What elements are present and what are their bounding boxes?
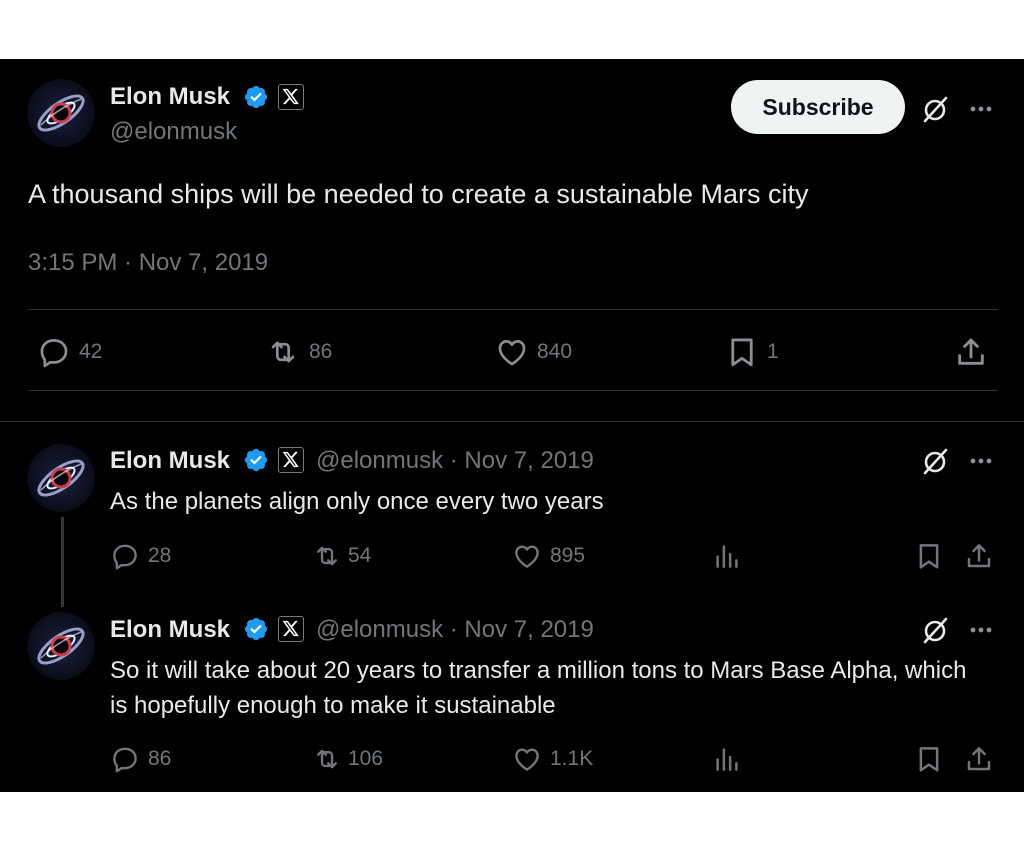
repost-count: 106 bbox=[348, 747, 384, 770]
bookmark-icon bbox=[914, 744, 944, 774]
bookmark-button[interactable] bbox=[914, 744, 944, 774]
like-count: 895 bbox=[550, 544, 586, 567]
reply-handle-date[interactable]: @elonmusk · Nov 7, 2019 bbox=[316, 616, 594, 644]
reply-avatar[interactable] bbox=[27, 612, 95, 680]
reply-avatar[interactable] bbox=[27, 444, 95, 512]
divider bbox=[28, 390, 998, 391]
x-logo-icon[interactable] bbox=[278, 84, 304, 110]
views-button[interactable] bbox=[712, 541, 742, 571]
reply-count: 28 bbox=[148, 544, 172, 567]
heart-icon bbox=[495, 335, 529, 369]
grok-icon[interactable] bbox=[920, 615, 950, 645]
reply-button[interactable]: 42 bbox=[37, 335, 102, 369]
repost-count: 86 bbox=[309, 340, 333, 363]
bookmark-button[interactable]: 1 bbox=[725, 335, 779, 369]
views-button[interactable] bbox=[712, 744, 742, 774]
more-icon[interactable] bbox=[966, 446, 996, 476]
verified-badge-icon bbox=[243, 84, 269, 110]
divider bbox=[28, 309, 998, 310]
reply-text: So it will take about 20 years to transf… bbox=[110, 657, 967, 719]
repost-button[interactable]: 106 bbox=[310, 744, 383, 774]
verified-badge-icon bbox=[243, 616, 269, 642]
x-logo-icon[interactable] bbox=[278, 616, 304, 642]
reply-author-name[interactable]: Elon Musk bbox=[110, 447, 230, 475]
main-tweet-text: A thousand ships will be needed to creat… bbox=[28, 179, 809, 209]
repost-button[interactable]: 54 bbox=[310, 541, 371, 571]
share-icon bbox=[954, 335, 988, 369]
share-button[interactable] bbox=[964, 541, 994, 571]
reply-count: 86 bbox=[148, 747, 172, 770]
bookmark-count: 1 bbox=[767, 340, 779, 363]
share-icon bbox=[964, 541, 994, 571]
reply-author-name[interactable]: Elon Musk bbox=[110, 616, 230, 644]
views-icon bbox=[712, 541, 742, 571]
x-logo-icon[interactable] bbox=[278, 447, 304, 473]
like-count: 1.1K bbox=[550, 747, 594, 770]
like-button[interactable]: 1.1K bbox=[512, 744, 593, 774]
reply-button[interactable]: 86 bbox=[110, 744, 171, 774]
section-divider bbox=[0, 421, 1024, 422]
reply-icon bbox=[37, 335, 71, 369]
bookmark-icon bbox=[914, 541, 944, 571]
reply-button[interactable]: 28 bbox=[110, 541, 171, 571]
repost-icon bbox=[310, 744, 344, 774]
bookmark-button[interactable] bbox=[914, 541, 944, 571]
reply-icon bbox=[110, 541, 140, 571]
share-button[interactable] bbox=[964, 744, 994, 774]
repost-button[interactable]: 86 bbox=[263, 335, 332, 369]
more-icon[interactable] bbox=[966, 615, 996, 645]
reply-text: As the planets align only once every two… bbox=[110, 488, 604, 515]
more-icon[interactable] bbox=[966, 94, 996, 124]
heart-icon bbox=[512, 744, 542, 774]
verified-badge-icon bbox=[243, 447, 269, 473]
like-button[interactable]: 840 bbox=[495, 335, 572, 369]
thread-connector bbox=[61, 517, 64, 607]
share-icon bbox=[964, 744, 994, 774]
heart-icon bbox=[512, 541, 542, 571]
tweet-thread-screen: Elon Musk @elonmusk Subscribe A thousand… bbox=[0, 59, 1024, 792]
main-tweet-avatar[interactable] bbox=[27, 79, 95, 147]
main-tweet-timestamp[interactable]: 3:15 PM · Nov 7, 2019 bbox=[28, 249, 268, 277]
reply-icon bbox=[110, 744, 140, 774]
like-count: 840 bbox=[537, 340, 573, 363]
repost-icon bbox=[263, 335, 303, 369]
grok-icon[interactable] bbox=[920, 446, 950, 476]
repost-count: 54 bbox=[348, 544, 372, 567]
repost-icon bbox=[310, 541, 344, 571]
main-tweet-author-name[interactable]: Elon Musk bbox=[110, 83, 230, 111]
reply-handle-date[interactable]: @elonmusk · Nov 7, 2019 bbox=[316, 447, 594, 475]
like-button[interactable]: 895 bbox=[512, 541, 585, 571]
grok-icon[interactable] bbox=[920, 94, 950, 124]
subscribe-button[interactable]: Subscribe bbox=[731, 80, 905, 134]
views-icon bbox=[712, 744, 742, 774]
bookmark-icon bbox=[725, 335, 759, 369]
main-tweet-handle[interactable]: @elonmusk bbox=[110, 118, 237, 146]
reply-count: 42 bbox=[79, 340, 103, 363]
share-button[interactable] bbox=[954, 335, 988, 369]
